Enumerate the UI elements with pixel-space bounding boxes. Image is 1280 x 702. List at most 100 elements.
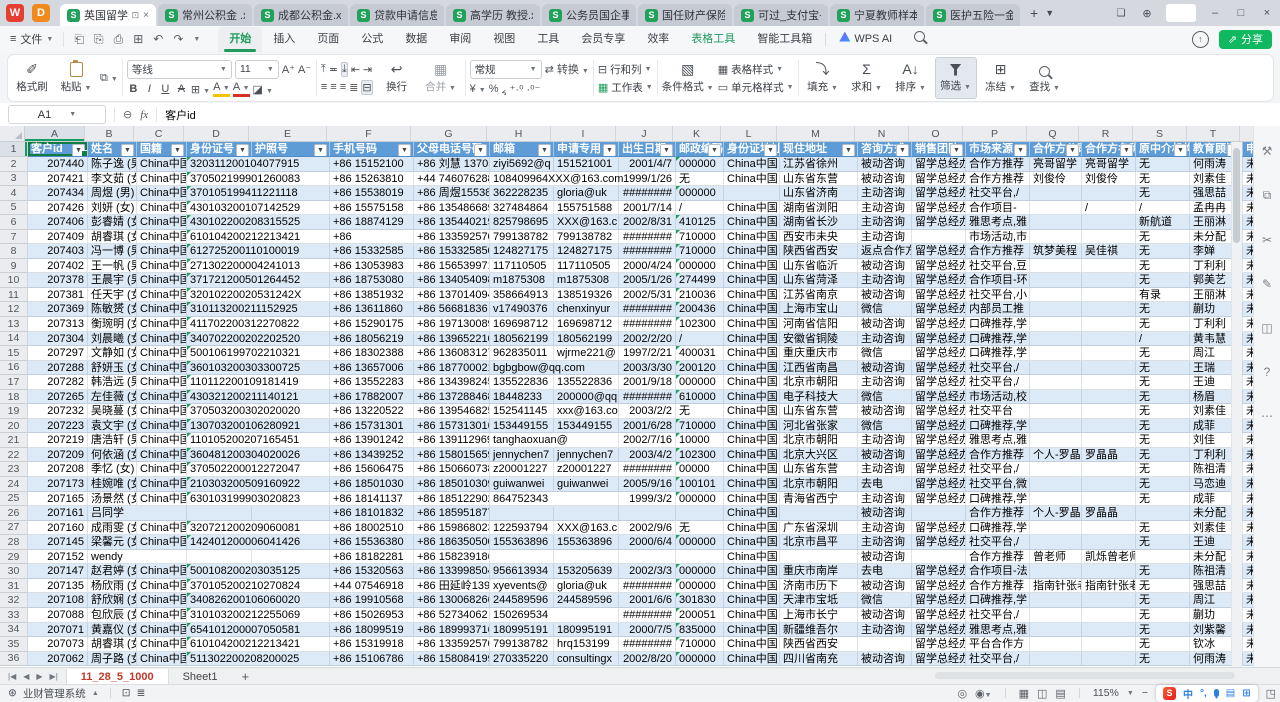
clear-format-icon[interactable]: ◪ ▼ xyxy=(253,83,273,96)
cell[interactable]: +86 18302388 xyxy=(330,346,414,361)
column-letter-O[interactable]: O xyxy=(909,126,963,142)
cell[interactable]: 无 xyxy=(1136,157,1190,172)
cell[interactable]: 平台合作方 xyxy=(966,637,1030,652)
cell[interactable]: gloria@uk xyxy=(554,579,619,594)
header-cell[interactable]: 合作方名称▼ xyxy=(1082,142,1136,157)
align-center-icon[interactable]: ≡ xyxy=(330,81,336,93)
cell[interactable]: 210036 xyxy=(676,288,724,303)
cell[interactable]: 2000/4/24 xyxy=(619,259,676,274)
cell[interactable]: China中国 xyxy=(724,623,780,638)
doc-tab[interactable]: S英国留学生⊡× xyxy=(60,4,156,26)
cell[interactable]: 207282 xyxy=(28,375,88,390)
cell[interactable]: / xyxy=(1136,332,1190,347)
cell[interactable] xyxy=(1082,375,1136,390)
row-number[interactable]: 35 xyxy=(0,637,28,652)
convert-icon[interactable]: ⇄ 转换 ▼ xyxy=(545,61,589,77)
cell[interactable]: 000000 xyxy=(676,535,724,550)
cell[interactable]: ######## xyxy=(619,637,676,652)
cell[interactable]: 陕西省西安 xyxy=(780,244,858,259)
cell[interactable]: 任天宇 (女 xyxy=(88,288,137,303)
filter-dropdown-icon[interactable]: ▼ xyxy=(236,144,249,157)
header-cell[interactable]: 姓名▼ xyxy=(88,142,137,157)
cell[interactable]: 罗晶晶 xyxy=(1082,506,1136,521)
cell[interactable]: +86 1851229020 xyxy=(414,492,490,507)
cell[interactable]: 上海市宝山 xyxy=(780,302,858,317)
zoom-level[interactable]: 115% xyxy=(1093,687,1119,699)
column-letter-L[interactable]: L xyxy=(721,126,777,142)
row-number[interactable]: 3 xyxy=(0,172,28,187)
cell[interactable] xyxy=(1136,550,1190,565)
cell[interactable]: 微信 xyxy=(858,419,912,434)
cell[interactable]: 指南针张老 xyxy=(1082,579,1136,594)
cell[interactable]: +86 18101832 xyxy=(330,506,414,521)
cell[interactable]: XXX@163.c xyxy=(554,215,619,230)
freeze-button[interactable]: ⊞ 冻结 ▼ xyxy=(981,62,1021,94)
cell[interactable] xyxy=(1030,288,1082,303)
docer-logo-icon[interactable]: D xyxy=(32,4,50,22)
header-cell[interactable]: 手机号码▼ xyxy=(330,142,414,157)
cell[interactable]: +86 1340540988 xyxy=(414,273,490,288)
cell[interactable]: +86 15606475 xyxy=(330,462,414,477)
cell[interactable]: 2002/9/6 xyxy=(619,521,676,536)
cell[interactable]: +86 1565399710 xyxy=(414,259,490,274)
cell[interactable] xyxy=(1082,652,1136,667)
cell[interactable]: 有录 xyxy=(1136,288,1190,303)
cell[interactable]: China中国 xyxy=(137,593,187,608)
normal-view-icon[interactable]: ▦ xyxy=(1019,687,1029,700)
prev-sheet-icon[interactable]: ◀ xyxy=(23,672,29,681)
cell[interactable]: 主动咨询 xyxy=(858,433,912,448)
row-number[interactable]: 32 xyxy=(0,593,28,608)
cell[interactable]: 主动咨询 xyxy=(858,273,912,288)
cell[interactable]: 835000 xyxy=(676,623,724,638)
cell[interactable]: +86 56681836 xyxy=(414,302,490,317)
cell[interactable]: 无 xyxy=(1136,492,1190,507)
cell[interactable]: ######## xyxy=(619,390,676,405)
cell[interactable]: 207173 xyxy=(28,477,88,492)
cell[interactable]: +86 13611860 xyxy=(330,302,414,317)
cell[interactable]: 袁文宇 (女 xyxy=(88,419,137,434)
cell[interactable]: 155363896 xyxy=(554,535,619,550)
cell[interactable]: 207147 xyxy=(28,564,88,579)
cell[interactable]: tanghaoxuan@ xyxy=(490,433,554,448)
cell[interactable]: +86 1395468251 xyxy=(414,404,490,419)
row-number[interactable]: 36 xyxy=(0,652,28,667)
cell[interactable]: +86 18141137 xyxy=(330,492,414,507)
cell[interactable]: 口碑推荐,学 xyxy=(966,521,1030,536)
file-menu[interactable]: ≡ 文件 ▼ xyxy=(0,31,63,47)
column-letter-E[interactable]: E xyxy=(249,126,327,142)
cell[interactable]: 310103200212255069 xyxy=(187,608,252,623)
filter-dropdown-icon[interactable]: ▼ xyxy=(398,144,411,157)
cell[interactable]: wendy xyxy=(88,550,137,565)
cell[interactable]: 710000 xyxy=(676,419,724,434)
cell[interactable]: 主动咨询 xyxy=(858,623,912,638)
cell[interactable]: China中国 xyxy=(137,652,187,667)
header-cell[interactable]: 合作方公司▼ xyxy=(1030,142,1082,157)
cell[interactable]: 124827175 xyxy=(554,244,619,259)
minimize-button[interactable]: – xyxy=(1202,7,1228,19)
avatar[interactable] xyxy=(1166,4,1196,22)
cell[interactable]: 留学总经办 xyxy=(912,404,966,419)
cell[interactable]: 衡琬明 (女 xyxy=(88,317,137,332)
cell[interactable]: 无 xyxy=(1136,302,1190,317)
cell[interactable]: 留学总经办 xyxy=(912,375,966,390)
cell[interactable]: China中国 xyxy=(724,492,780,507)
column-letter-I[interactable]: I xyxy=(551,126,616,142)
cell[interactable]: 110112200109181419 xyxy=(187,375,252,390)
cell[interactable]: v17490376 xyxy=(490,302,554,317)
cell[interactable]: 唐浩轩 (男 xyxy=(88,433,137,448)
cell[interactable]: China中国 xyxy=(724,564,780,579)
cell[interactable]: +86 13851932 xyxy=(330,288,414,303)
cell[interactable]: 无 xyxy=(1136,521,1190,536)
rows-cols-button[interactable]: ⊟ 行和列 ▼ xyxy=(598,62,653,77)
cell[interactable]: +86 1598680231 xyxy=(414,521,490,536)
cell[interactable]: +86 1370140948 xyxy=(414,288,490,303)
find-button[interactable]: 查找 ▼ xyxy=(1025,63,1065,94)
cell[interactable]: +86 13657006 xyxy=(330,361,414,376)
cell[interactable]: 黄嘉仪 (女 xyxy=(88,623,137,638)
comma-style-icon[interactable]: ៹ xyxy=(501,82,506,97)
sort-button[interactable]: A↓ 排序 ▼ xyxy=(891,62,931,94)
filter-dropdown-icon[interactable]: ▼ xyxy=(474,144,487,157)
cell[interactable]: 2005/9/16 xyxy=(619,477,676,492)
cell[interactable]: +86 15152100 xyxy=(330,157,414,172)
cell[interactable]: 汤景然 (女 xyxy=(88,492,137,507)
